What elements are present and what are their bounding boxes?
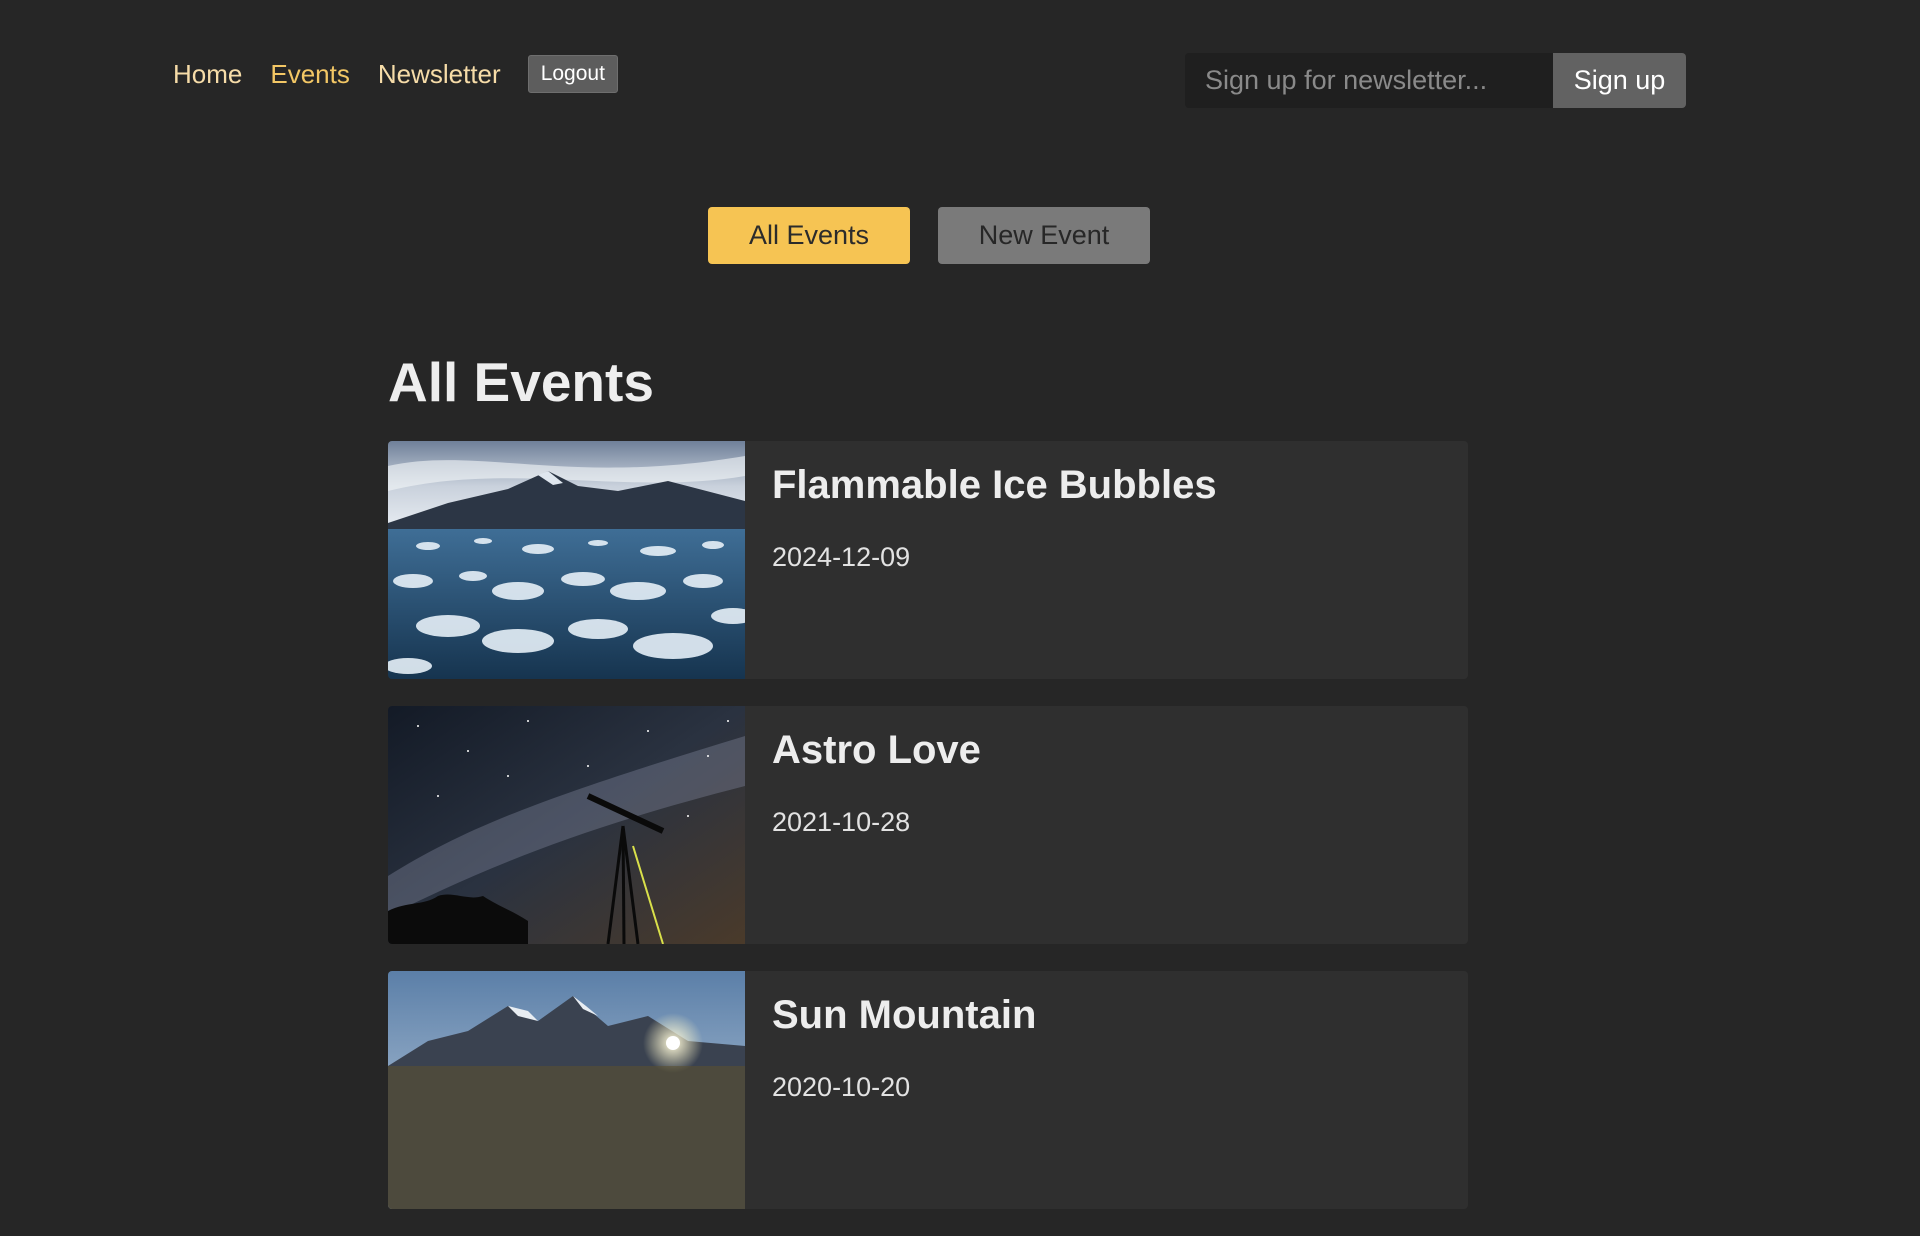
nav-home-link[interactable]: Home (173, 59, 242, 90)
event-date: 2024-12-09 (772, 542, 911, 572)
event-date: 2020-10-20 (772, 1072, 911, 1102)
event-info: Astro Love 2021-10-28 (745, 706, 1008, 944)
event-tabs: All Events New Event (708, 207, 1150, 264)
event-title: Astro Love (772, 728, 981, 772)
nav-newsletter-link[interactable]: Newsletter (378, 59, 501, 90)
event-image-telescope (388, 706, 745, 944)
event-info: Flammable Ice Bubbles 2024-12-09 (745, 441, 1244, 679)
newsletter-signup-button[interactable]: Sign up (1553, 53, 1686, 108)
event-card[interactable]: Flammable Ice Bubbles 2024-12-09 (388, 441, 1468, 679)
logout-button[interactable]: Logout (527, 55, 618, 93)
new-event-button[interactable]: New Event (938, 207, 1150, 264)
event-card[interactable]: Astro Love 2021-10-28 (388, 706, 1468, 944)
event-title: Sun Mountain (772, 993, 1037, 1037)
event-image-frozen-lake (388, 441, 745, 679)
main-nav: Home Events Newsletter Logout (173, 55, 618, 93)
event-image-mountain-sunrise (388, 971, 745, 1209)
event-title: Flammable Ice Bubbles (772, 463, 1217, 507)
event-list: Flammable Ice Bubbles 2024-12-09 Astro L… (388, 441, 1468, 1236)
site-header: Home Events Newsletter Logout Sign up (0, 0, 1920, 150)
event-card[interactable]: Sun Mountain 2020-10-20 (388, 971, 1468, 1209)
event-date: 2021-10-28 (772, 807, 911, 837)
all-events-button[interactable]: All Events (708, 207, 910, 264)
newsletter-signup-form: Sign up (1185, 53, 1686, 108)
event-info: Sun Mountain 2020-10-20 (745, 971, 1063, 1209)
nav-events-link[interactable]: Events (270, 59, 350, 90)
page-title: All Events (388, 351, 654, 413)
newsletter-email-input[interactable] (1185, 53, 1553, 108)
